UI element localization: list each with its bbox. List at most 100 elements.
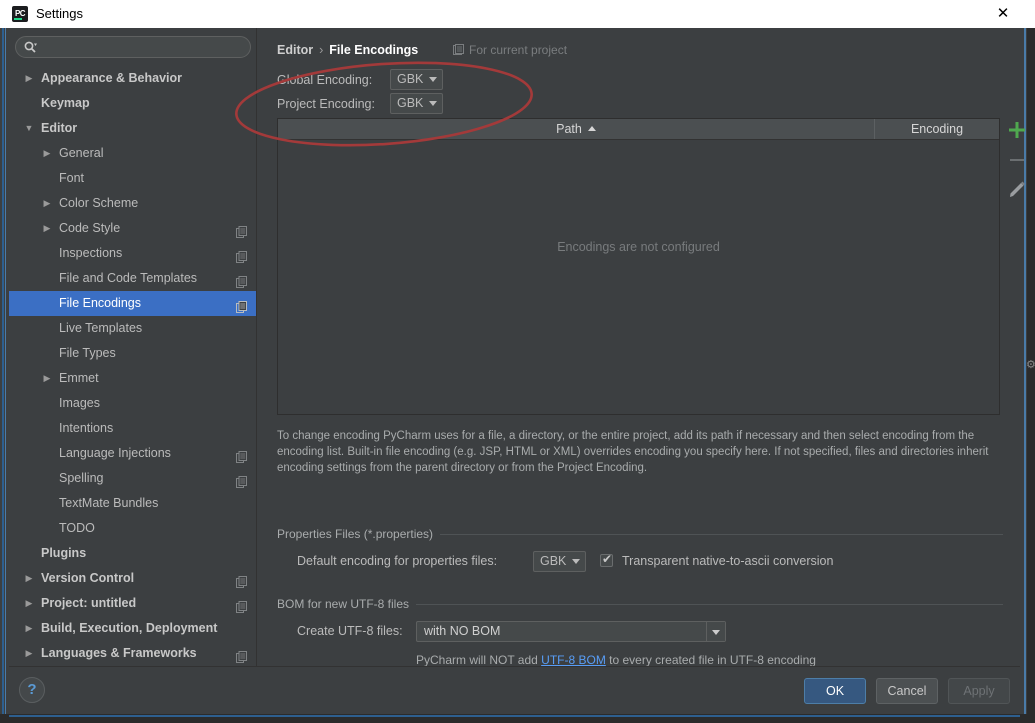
project-scope-icon (236, 222, 247, 238)
sidebar-item-font[interactable]: Font (9, 166, 257, 191)
column-header-path-label: Path (556, 122, 582, 136)
sidebar-item-label: Version Control (41, 571, 135, 585)
sidebar-item-label: Inspections (59, 246, 123, 260)
table-body: Encodings are not configured (278, 140, 999, 414)
utf8-bom-link[interactable]: UTF-8 BOM (541, 653, 606, 667)
properties-encoding-combo[interactable]: GBK (533, 551, 586, 572)
sidebar-item-label: General (59, 146, 104, 160)
sidebar-item-todo[interactable]: TODO (9, 516, 257, 541)
properties-default-encoding-label: Default encoding for properties files: (297, 554, 498, 568)
settings-dialog-root: ⚙ PC Settings ✕ ▶ Appearance & Behavior Ke… (0, 0, 1035, 723)
breadcrumb-separator: › (319, 43, 324, 57)
search-input[interactable] (46, 39, 248, 58)
chevron-down-icon (429, 101, 437, 106)
sidebar-item-images[interactable]: Images (9, 391, 257, 416)
plus-icon (1009, 122, 1025, 138)
add-button[interactable] (1005, 118, 1029, 142)
global-encoding-label: Global Encoding: (277, 73, 373, 87)
chevron-down-icon[interactable]: ▼ (23, 116, 35, 141)
sidebar-item-label: TextMate Bundles (59, 496, 159, 510)
encodings-table[interactable]: Path Encoding Encodings are not configur… (277, 118, 1000, 415)
settings-sidebar: ▶ Appearance & Behavior Keymap ▼ Editor ▶ Gene… (9, 28, 257, 666)
breadcrumb-parent[interactable]: Editor (277, 43, 313, 57)
cancel-button[interactable]: Cancel (876, 678, 938, 704)
create-utf8-combo[interactable]: with NO BOM (416, 621, 726, 642)
breadcrumb: Editor › File Encodings (277, 41, 418, 59)
sidebar-item-appearance-behavior[interactable]: ▶ Appearance & Behavior (9, 66, 257, 91)
sidebar-item-languages-frameworks[interactable]: ▶ Languages & Frameworks (9, 641, 257, 666)
chevron-right-icon[interactable]: ▶ (41, 216, 53, 241)
sidebar-item-version-control[interactable]: ▶ Version Control (9, 566, 257, 591)
close-icon[interactable]: ✕ (981, 0, 1025, 28)
column-header-encoding[interactable]: Encoding (875, 119, 999, 139)
project-encoding-combo[interactable]: GBK (390, 93, 443, 114)
chevron-right-icon[interactable]: ▶ (23, 66, 35, 91)
table-header: Path Encoding (278, 119, 999, 140)
sidebar-item-label: Project: untitled (41, 596, 137, 610)
global-encoding-combo[interactable]: GBK (390, 69, 443, 90)
sidebar-item-emmet[interactable]: ▶ Emmet (9, 366, 257, 391)
sidebar-item-label: File Encodings (59, 296, 141, 310)
chevron-right-icon[interactable]: ▶ (23, 566, 35, 591)
sidebar-item-intentions[interactable]: Intentions (9, 416, 257, 441)
transparent-conversion-label[interactable]: Transparent native-to-ascii conversion (622, 551, 833, 572)
ok-button[interactable]: OK (804, 678, 866, 704)
pycharm-icon: PC (12, 6, 28, 22)
chevron-right-icon[interactable]: ▶ (23, 616, 35, 641)
bom-group-title: BOM for new UTF-8 files (277, 596, 417, 612)
sidebar-item-label: Code Style (59, 221, 121, 235)
column-header-path[interactable]: Path (278, 119, 875, 139)
sidebar-item-label: Appearance & Behavior (41, 71, 183, 85)
project-scope-icon (236, 297, 247, 313)
sidebar-item-color-scheme[interactable]: ▶ Color Scheme (9, 191, 257, 216)
sidebar-item-general[interactable]: ▶ General (9, 141, 257, 166)
sidebar-item-editor[interactable]: ▼ Editor (9, 116, 257, 141)
gear-icon[interactable]: ⚙ (1026, 358, 1035, 372)
settings-content: Editor › File Encodings For current projec… (257, 28, 1025, 667)
chevron-right-icon[interactable]: ▶ (41, 191, 53, 216)
sidebar-item-code-style[interactable]: ▶ Code Style (9, 216, 257, 241)
project-scope-icon (236, 647, 247, 663)
edit-button[interactable] (1005, 178, 1029, 202)
chevron-right-icon[interactable]: ▶ (23, 591, 35, 616)
bom-group: BOM for new UTF-8 files Create UTF-8 fil… (257, 596, 1020, 667)
chevron-right-icon[interactable]: ▶ (23, 641, 35, 666)
bom-note-before: PyCharm will NOT add (416, 653, 542, 667)
sidebar-item-label: Build, Execution, Deployment (41, 621, 218, 635)
sidebar-item-label: Spelling (59, 471, 104, 485)
sidebar-item-live-templates[interactable]: Live Templates (9, 316, 257, 341)
remove-button[interactable] (1005, 148, 1029, 172)
breadcrumb-current: File Encodings (329, 43, 419, 57)
project-encoding-label: Project Encoding: (277, 97, 375, 111)
project-scope-icon (236, 472, 247, 488)
sidebar-item-build-execution-deployment[interactable]: ▶ Build, Execution, Deployment (9, 616, 257, 641)
for-current-project-label: For current project (453, 42, 567, 58)
sidebar-item-file-and-code-templates[interactable]: File and Code Templates (9, 266, 257, 291)
help-button[interactable]: ? (19, 677, 45, 703)
sidebar-item-plugins[interactable]: Plugins (9, 541, 257, 566)
sidebar-item-inspections[interactable]: Inspections (9, 241, 257, 266)
sidebar-item-language-injections[interactable]: Language Injections (9, 441, 257, 466)
window-title: Settings (36, 6, 83, 21)
chevron-down-icon[interactable] (706, 622, 725, 641)
chevron-down-icon (572, 559, 580, 564)
project-scope-icon (236, 572, 247, 588)
sidebar-item-keymap[interactable]: Keymap (9, 91, 257, 116)
sidebar-item-label: Live Templates (59, 321, 143, 335)
sidebar-item-file-encodings[interactable]: File Encodings (9, 291, 257, 316)
chevron-right-icon[interactable]: ▶ (41, 366, 53, 391)
apply-button[interactable]: Apply (948, 678, 1010, 704)
chevron-right-icon[interactable]: ▶ (41, 141, 53, 166)
sidebar-item-file-types[interactable]: File Types (9, 341, 257, 366)
chevron-down-icon (429, 77, 437, 82)
project-scope-icon (453, 44, 464, 56)
sidebar-item-textmate-bundles[interactable]: TextMate Bundles (9, 491, 257, 516)
ide-window-left-edge (0, 28, 9, 723)
transparent-conversion-checkbox[interactable]: ✔ (600, 553, 613, 567)
sidebar-item-project-untitled[interactable]: ▶ Project: untitled (9, 591, 257, 616)
properties-files-group: Properties Files (*.properties) Default … (257, 526, 1020, 574)
sidebar-item-label: Keymap (41, 96, 90, 110)
sidebar-item-spelling[interactable]: Spelling (9, 466, 257, 491)
search-box[interactable] (15, 36, 251, 58)
sidebar-item-label: File and Code Templates (59, 271, 198, 285)
